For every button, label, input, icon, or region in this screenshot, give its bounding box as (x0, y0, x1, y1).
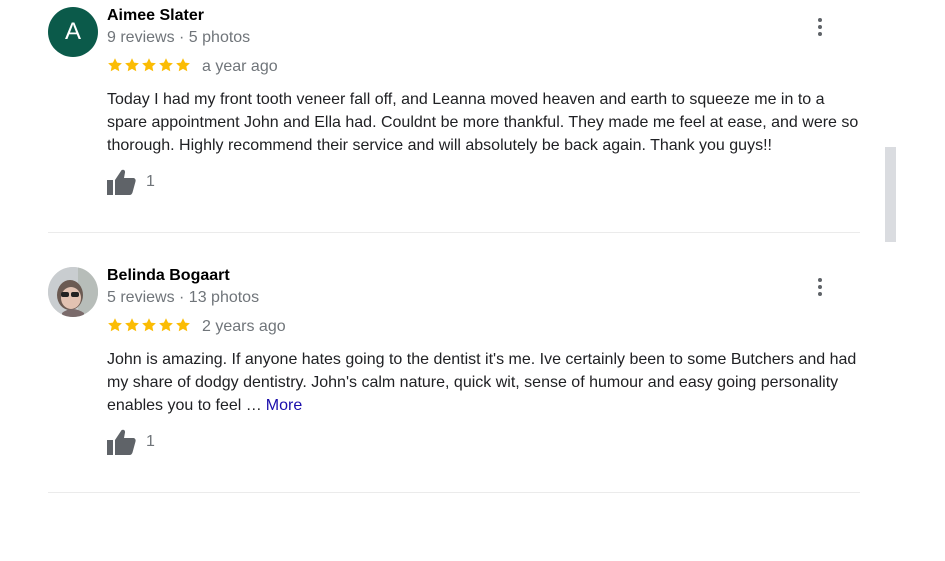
star-icon (141, 317, 157, 335)
more-link[interactable]: More (266, 397, 302, 414)
reviewer-meta: 9 reviews · 5 photos (107, 29, 251, 46)
like-button[interactable]: 1 (107, 428, 155, 456)
reviews-page: A Aimee Slater 9 reviews · 5 photos a ye… (0, 0, 945, 561)
like-count: 1 (146, 173, 155, 190)
more-vert-icon (818, 285, 822, 289)
star-rating (107, 57, 191, 75)
star-icon (141, 57, 157, 75)
star-icon (175, 57, 191, 75)
star-icon (158, 57, 174, 75)
review-divider (48, 232, 860, 233)
more-vert-icon (818, 292, 822, 296)
thumbs-up-icon (107, 169, 136, 195)
scrollbar-thumb[interactable] (885, 147, 896, 242)
reviewer-name[interactable]: Belinda Bogaart (107, 267, 230, 285)
star-icon (124, 57, 140, 75)
more-vert-icon (818, 278, 822, 282)
review-divider (48, 492, 860, 493)
star-rating (107, 317, 191, 335)
review-text: Today I had my front tooth veneer fall o… (107, 88, 867, 157)
star-icon (107, 317, 123, 335)
more-vert-icon (818, 25, 822, 29)
avatar[interactable]: A (48, 7, 98, 57)
review-text: John is amazing. If anyone hates going t… (107, 348, 867, 417)
more-options-button[interactable] (808, 14, 832, 40)
like-count: 1 (146, 433, 155, 450)
profile-photo (48, 267, 98, 317)
star-icon (175, 317, 191, 335)
review-text-content: John is amazing. If anyone hates going t… (107, 351, 857, 414)
more-options-button[interactable] (808, 274, 832, 300)
like-button[interactable]: 1 (107, 168, 155, 196)
reviewer-meta: 5 reviews · 13 photos (107, 289, 260, 306)
review-date: 2 years ago (202, 318, 286, 335)
star-icon (107, 57, 123, 75)
more-vert-icon (818, 32, 822, 36)
review-text-content: Today I had my front tooth veneer fall o… (107, 91, 859, 154)
thumbs-up-icon (107, 429, 136, 455)
star-icon (124, 317, 140, 335)
avatar[interactable] (48, 267, 98, 317)
reviewer-name[interactable]: Aimee Slater (107, 7, 204, 25)
more-vert-icon (818, 18, 822, 22)
star-icon (158, 317, 174, 335)
review-date: a year ago (202, 58, 278, 75)
